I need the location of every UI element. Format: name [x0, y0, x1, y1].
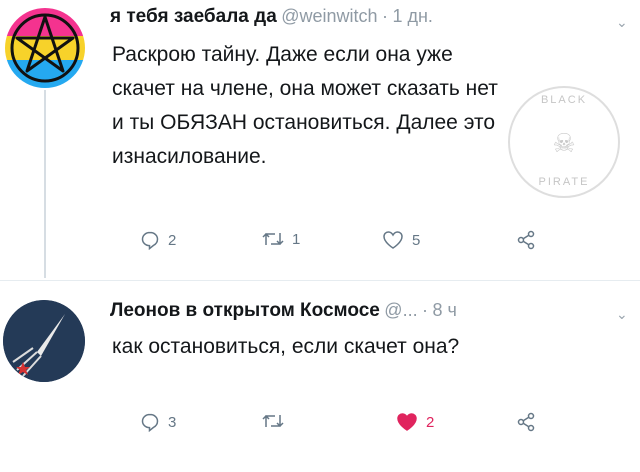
avatar[interactable] [3, 300, 85, 382]
timestamp[interactable]: 8 ч [432, 300, 456, 320]
separator: · [422, 300, 429, 320]
thread-line [44, 90, 46, 278]
share-button[interactable] [516, 412, 536, 432]
retweet-button[interactable] [262, 412, 292, 430]
reply-icon [141, 413, 159, 432]
timestamp[interactable]: 1 дн. [392, 6, 432, 26]
share-icon [517, 230, 535, 250]
handle[interactable]: @... [384, 300, 417, 320]
chevron-down-icon[interactable]: ⌄ [616, 306, 628, 323]
like-count: 5 [412, 231, 421, 249]
tweet-text-line: Раскрою тайну. Даже если она уже [112, 43, 453, 66]
reply-count: 3 [168, 413, 177, 431]
display-name[interactable]: я тебя заебала да [110, 6, 277, 27]
handle[interactable]: @weinwitch [281, 6, 377, 26]
tweet-text: как остановиться, если скачет она? [112, 330, 632, 364]
like-button[interactable]: 5 [382, 230, 420, 250]
separator: · [381, 6, 388, 26]
reply-icon [141, 231, 159, 250]
display-name[interactable]: Леонов в открытом Космосе [110, 300, 380, 321]
retweet-button[interactable]: 1 [262, 230, 300, 248]
like-count: 2 [426, 413, 435, 431]
share-icon [517, 412, 535, 432]
like-button[interactable]: 2 [396, 412, 434, 432]
chevron-down-icon[interactable]: ⌄ [616, 14, 628, 31]
retweet-icon [262, 414, 284, 428]
reply-button[interactable]: 2 [140, 230, 176, 250]
pentagram-avatar-icon [5, 8, 85, 88]
divider [0, 280, 640, 281]
skull-icon: ☠ [552, 128, 576, 158]
share-button[interactable] [516, 230, 536, 250]
tweet-header: Леонов в открытом Космосе @... · 8 ч [110, 300, 457, 322]
avatar[interactable] [5, 8, 85, 88]
retweet-count: 1 [292, 230, 301, 248]
reply-count: 2 [168, 231, 177, 249]
watermark-text: BLACK [540, 94, 588, 106]
heart-icon [397, 413, 417, 431]
watermark-seal: BLACK ☠ PIRATE [508, 86, 620, 198]
heart-icon [383, 231, 403, 249]
tweet-header: я тебя заебала да @weinwitch · 1 дн. [110, 6, 433, 28]
reply-button[interactable]: 3 [140, 412, 176, 432]
retweet-icon [262, 232, 284, 246]
watermark-text: PIRATE [538, 176, 590, 188]
rocket-avatar-icon [3, 300, 85, 382]
tweet-text-line: как остановиться, если скачет она? [112, 335, 460, 358]
